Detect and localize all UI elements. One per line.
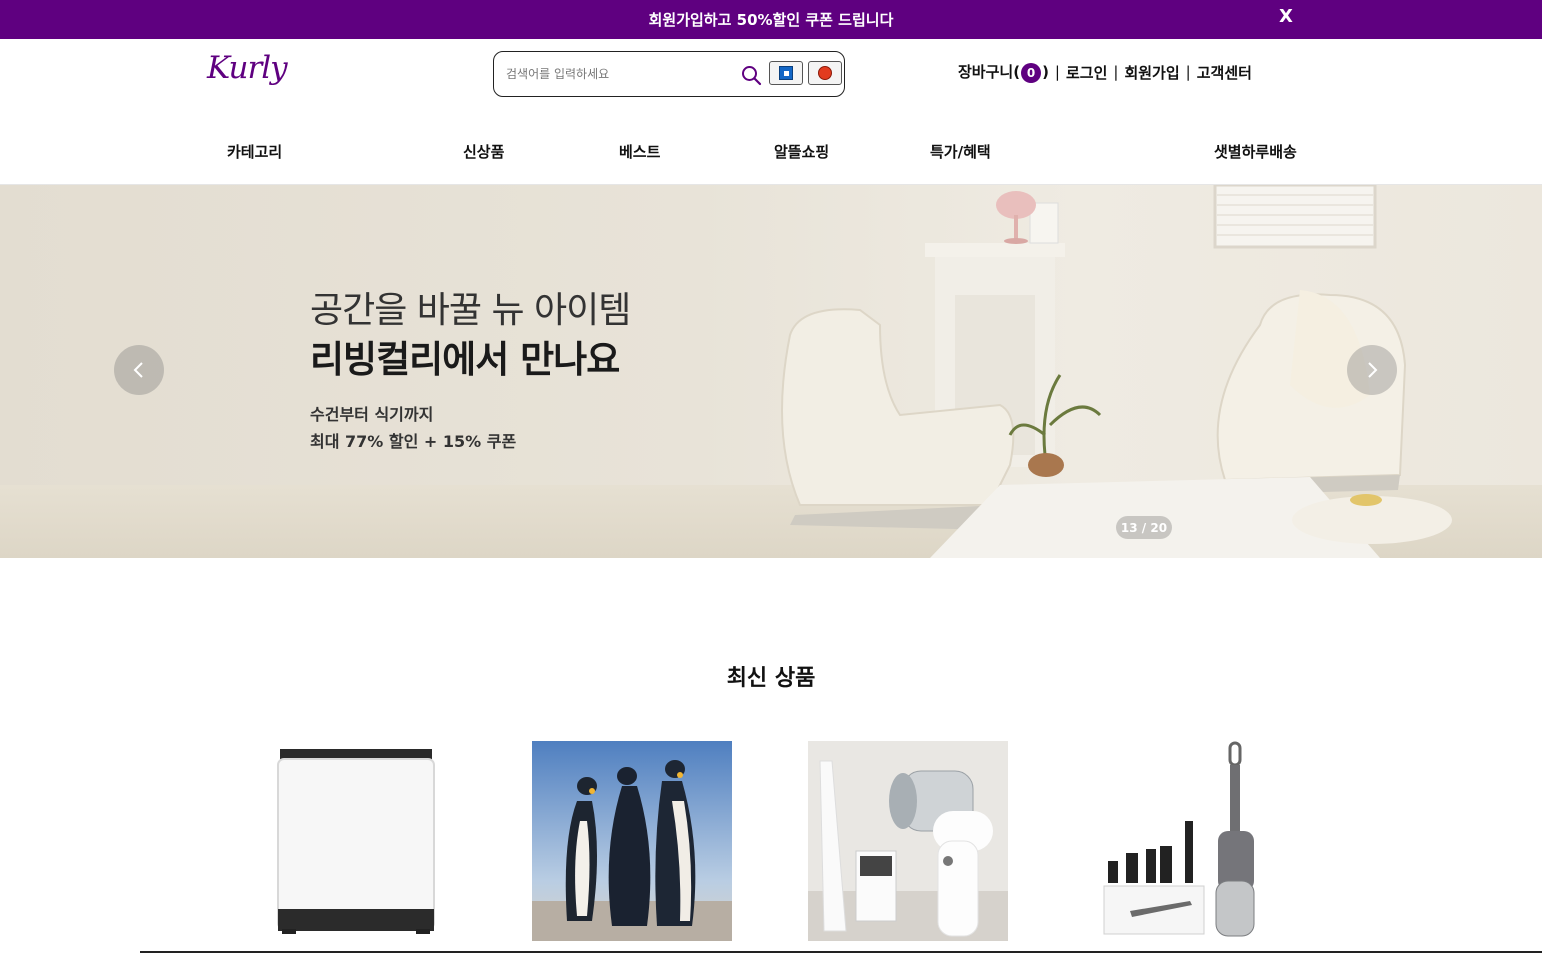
chevron-right-icon — [1368, 362, 1378, 378]
cart-label: 장바구니 — [958, 63, 1014, 81]
search-box — [493, 51, 845, 97]
user-menu: 장바구니(0) | 로그인 | 회원가입 | 고객센터 — [958, 61, 1252, 83]
chevron-left-icon — [133, 362, 143, 378]
search-icon[interactable] — [740, 64, 762, 86]
nav-dawn-delivery[interactable]: 샛별하루배송 — [1214, 141, 1297, 162]
hero-next-button[interactable] — [1347, 345, 1397, 395]
product-card[interactable] — [1100, 741, 1300, 941]
stick-vacuum-set-image — [1100, 741, 1300, 941]
promo-text: 회원가입하고 50%할인 쿠폰 드립니다 — [648, 11, 894, 29]
nav-bargain-shopping[interactable]: 알뜰쇼핑 — [774, 141, 829, 162]
nav-new-products[interactable]: 신상품 — [463, 141, 504, 162]
record-button[interactable] — [808, 61, 842, 85]
handheld-vacuum-image — [808, 741, 1008, 941]
separator: | — [1113, 63, 1119, 81]
search-input[interactable] — [506, 62, 730, 86]
product-card[interactable] — [256, 741, 456, 941]
slide-counter: 13 / 20 — [1116, 516, 1172, 539]
hero-banner[interactable]: 공간을 바꿀 뉴 아이템 리빙컬리에서 만나요 수건부터 식기까지 최대 77%… — [0, 185, 1542, 558]
cart-link[interactable]: 장바구니(0) — [958, 61, 1049, 83]
separator: | — [1054, 63, 1060, 81]
product-card[interactable] — [532, 741, 732, 941]
hero-discount: 최대 77% 할인 + 15% 쿠폰 — [310, 432, 517, 451]
hero-headline: 공간을 바꿀 뉴 아이템 — [310, 290, 631, 331]
screen-capture-button[interactable] — [769, 61, 803, 85]
signup-link[interactable]: 회원가입 — [1124, 62, 1179, 83]
kurly-logo[interactable]: Kurly — [207, 50, 288, 86]
living-room-illustration — [781, 185, 1452, 558]
washing-machine-image — [256, 741, 456, 941]
customer-center-link[interactable]: 고객센터 — [1197, 62, 1252, 83]
nav-category[interactable]: 카테고리 — [227, 141, 282, 162]
hero-description: 수건부터 식기까지 — [310, 405, 434, 424]
nav-special-offers[interactable]: 특가/혜택 — [930, 141, 991, 162]
product-card[interactable] — [808, 741, 1008, 941]
penguins-image — [532, 741, 732, 941]
capture-icon — [779, 66, 793, 80]
promo-banner[interactable]: 회원가입하고 50%할인 쿠폰 드립니다 X — [0, 0, 1542, 39]
separator: | — [1185, 63, 1191, 81]
cart-count-badge: 0 — [1021, 63, 1042, 83]
record-icon — [818, 66, 832, 80]
login-link[interactable]: 로그인 — [1066, 62, 1107, 83]
promo-close-button[interactable]: X — [1279, 6, 1293, 27]
nav-best[interactable]: 베스트 — [619, 141, 660, 162]
hero-prev-button[interactable] — [114, 345, 164, 395]
section-title: 최신 상품 — [726, 666, 816, 691]
hero-subheadline: 리빙컬리에서 만나요 — [310, 338, 620, 381]
